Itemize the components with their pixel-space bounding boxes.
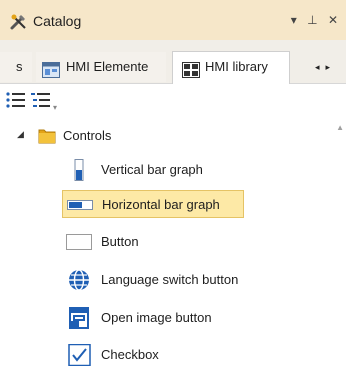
vertical-bar-graph-icon <box>66 159 92 181</box>
tab-label: s <box>16 59 23 74</box>
folder-icon <box>38 127 56 144</box>
toolbar-dropdown-chevron-icon[interactable]: ▾ <box>53 103 57 112</box>
panel-menu-chevron-down-icon[interactable]: ▾ <box>291 13 297 27</box>
tree-view-icon[interactable] <box>5 91 27 109</box>
collapse-triangle-icon[interactable]: ◢ <box>17 129 24 140</box>
tree-node-controls[interactable]: ◢ Controls <box>0 123 335 149</box>
globe-icon <box>66 269 92 291</box>
tree-item-language-switch-button[interactable]: Language switch button <box>62 266 277 294</box>
tree-item-button[interactable]: Button <box>62 228 172 256</box>
tree-node-label: Controls <box>63 128 112 143</box>
tree-item-label: Language switch button <box>101 272 239 287</box>
tree-item-label: Open image button <box>101 310 212 325</box>
tab-hmi-library[interactable]: HMI library <box>172 51 290 84</box>
catalog-tree: ◢ Controls Vertical bar graph Horizontal… <box>0 118 335 377</box>
tab-truncated[interactable]: s <box>0 52 32 82</box>
tree-item-label: Vertical bar graph <box>101 162 203 177</box>
checkbox-icon <box>66 343 92 367</box>
panel-title: Catalog <box>33 13 82 29</box>
tree-item-label: Button <box>101 234 139 249</box>
list-view-icon[interactable] <box>30 91 52 109</box>
catalog-tab-strip: s HMI Elemente HMI library ◂▸ <box>0 40 346 84</box>
tree-item-label: Checkbox <box>101 347 159 362</box>
tree-item-horizontal-bar-graph[interactable]: Horizontal bar graph <box>62 190 244 218</box>
catalog-tools-icon <box>9 12 29 32</box>
tree-item-vertical-bar-graph[interactable]: Vertical bar graph <box>62 156 203 184</box>
close-icon[interactable]: ✕ <box>328 13 338 27</box>
catalog-title-bar: Catalog ▾ ⊥ ✕ <box>0 0 346 40</box>
open-image-icon <box>66 307 92 329</box>
scroll-up-icon[interactable]: ▲ <box>336 123 344 132</box>
scroll-tabs-right-icon[interactable]: ▸ <box>325 62 336 72</box>
tree-item-checkbox[interactable]: Checkbox <box>62 341 182 369</box>
catalog-toolbar: ▾ <box>0 84 346 118</box>
button-icon <box>66 231 92 253</box>
pin-icon[interactable]: ⊥ <box>307 13 317 27</box>
hmi-elements-icon <box>42 59 60 78</box>
tree-scrollbar[interactable]: ▲ <box>335 118 346 377</box>
scroll-tabs-left-icon[interactable]: ◂ <box>315 62 326 72</box>
tree-item-label: Horizontal bar graph <box>102 197 220 212</box>
tab-label: HMI Elemente <box>66 59 149 74</box>
horizontal-bar-graph-icon <box>67 194 93 216</box>
tab-label: HMI library <box>205 59 268 74</box>
tree-item-open-image-button[interactable]: Open image button <box>62 304 247 332</box>
hmi-library-icon <box>182 59 200 78</box>
tab-hmi-elemente[interactable]: HMI Elemente <box>36 52 166 82</box>
